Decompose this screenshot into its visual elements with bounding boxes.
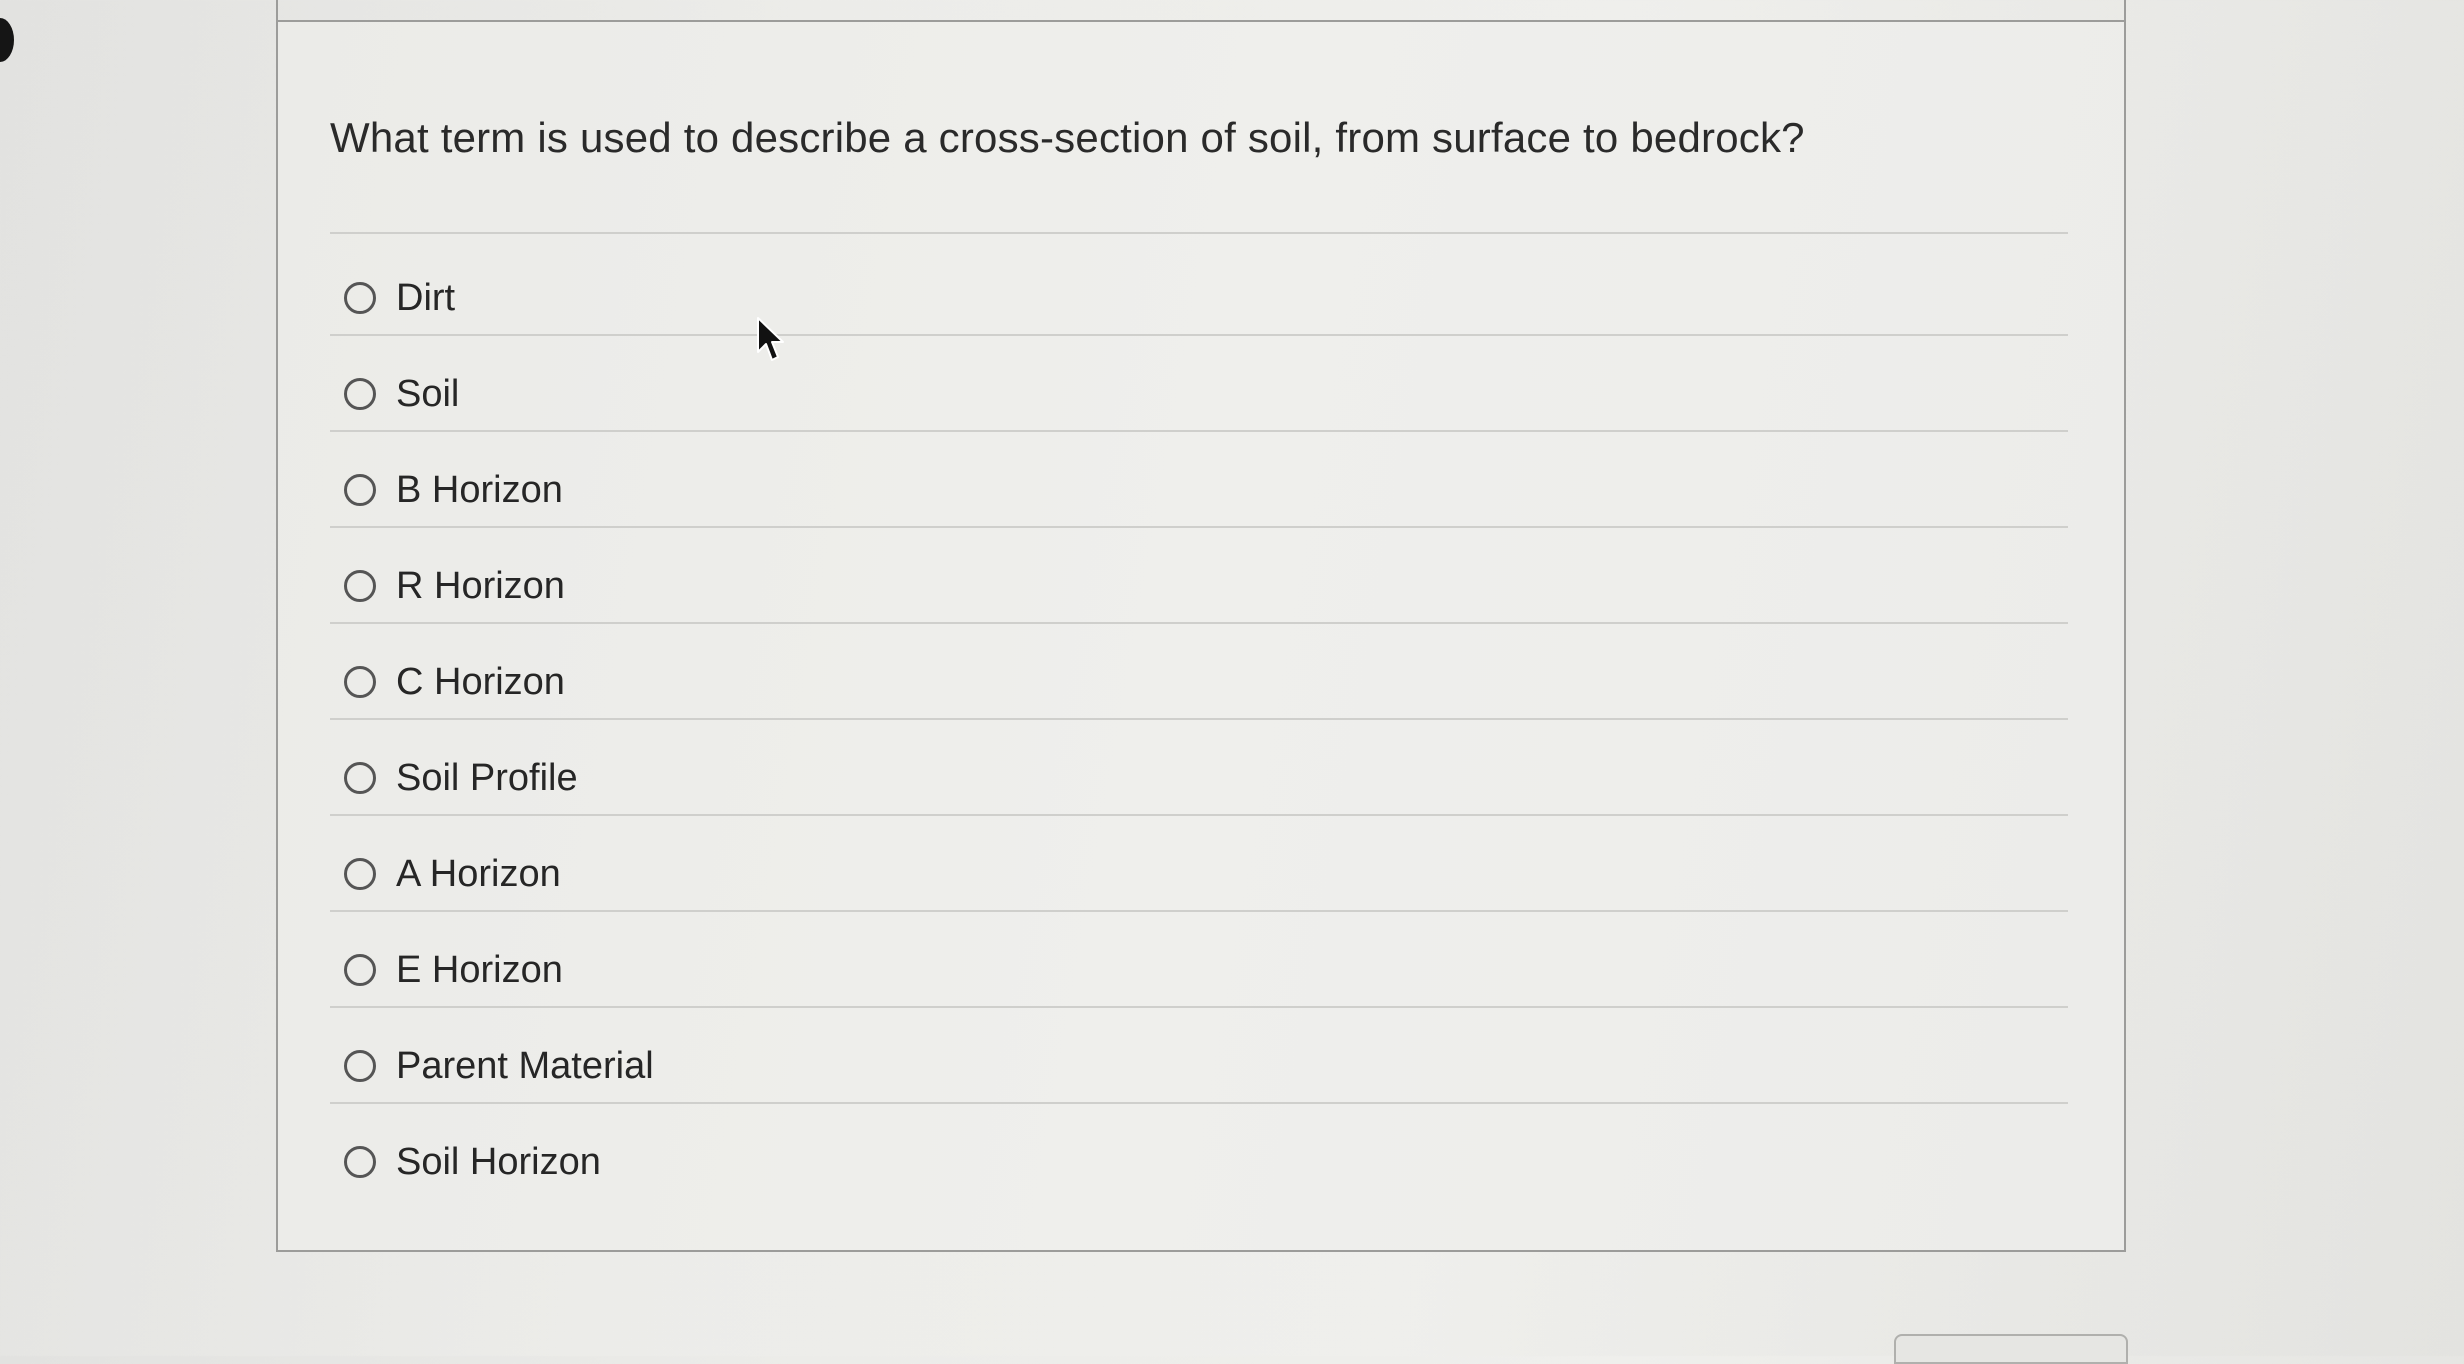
option-r-horizon[interactable]: R Horizon [344,556,565,616]
option-label: B Horizon [396,468,563,511]
option-divider [330,718,2068,720]
mouse-pointer-icon [757,317,784,361]
radio-icon[interactable] [344,954,376,986]
option-label: Dirt [396,276,456,319]
option-label: C Horizon [396,660,565,703]
option-divider [330,526,2068,528]
radio-icon[interactable] [344,1050,376,1082]
edge-dot [0,18,14,62]
option-label: R Horizon [396,564,565,607]
radio-icon[interactable] [344,378,376,410]
option-divider [330,1102,2068,1104]
option-divider [330,1006,2068,1008]
question-card: What term is used to describe a cross-se… [276,20,2126,1252]
option-e-horizon[interactable]: E Horizon [344,940,563,1000]
option-label: Soil Horizon [396,1140,601,1183]
option-label: Parent Material [396,1044,654,1087]
radio-icon[interactable] [344,762,376,794]
option-label: Soil Profile [396,756,578,799]
option-label: E Horizon [396,948,563,991]
radio-icon[interactable] [344,858,376,890]
question-divider [330,232,2068,234]
option-label: Soil [396,372,460,415]
option-divider [330,910,2068,912]
option-divider [330,622,2068,624]
option-label: A Horizon [396,852,561,895]
option-a-horizon[interactable]: A Horizon [344,844,561,904]
radio-icon[interactable] [344,474,376,506]
option-divider [330,430,2068,432]
radio-icon[interactable] [344,1146,376,1178]
option-divider [330,814,2068,816]
option-soil[interactable]: Soil [344,364,459,424]
option-c-horizon[interactable]: C Horizon [344,652,565,712]
radio-icon[interactable] [344,666,376,698]
option-parent-material[interactable]: Parent Material [344,1036,654,1096]
option-divider [330,334,2068,336]
bottom-tab[interactable] [1894,1334,2128,1364]
option-dirt[interactable]: Dirt [344,268,455,328]
option-soil-profile[interactable]: Soil Profile [344,748,578,808]
radio-icon[interactable] [344,282,376,314]
card-top-edge [276,0,2126,20]
option-b-horizon[interactable]: B Horizon [344,460,563,520]
question-text: What term is used to describe a cross-se… [330,114,1805,161]
radio-icon[interactable] [344,570,376,602]
option-soil-horizon[interactable]: Soil Horizon [344,1132,601,1192]
